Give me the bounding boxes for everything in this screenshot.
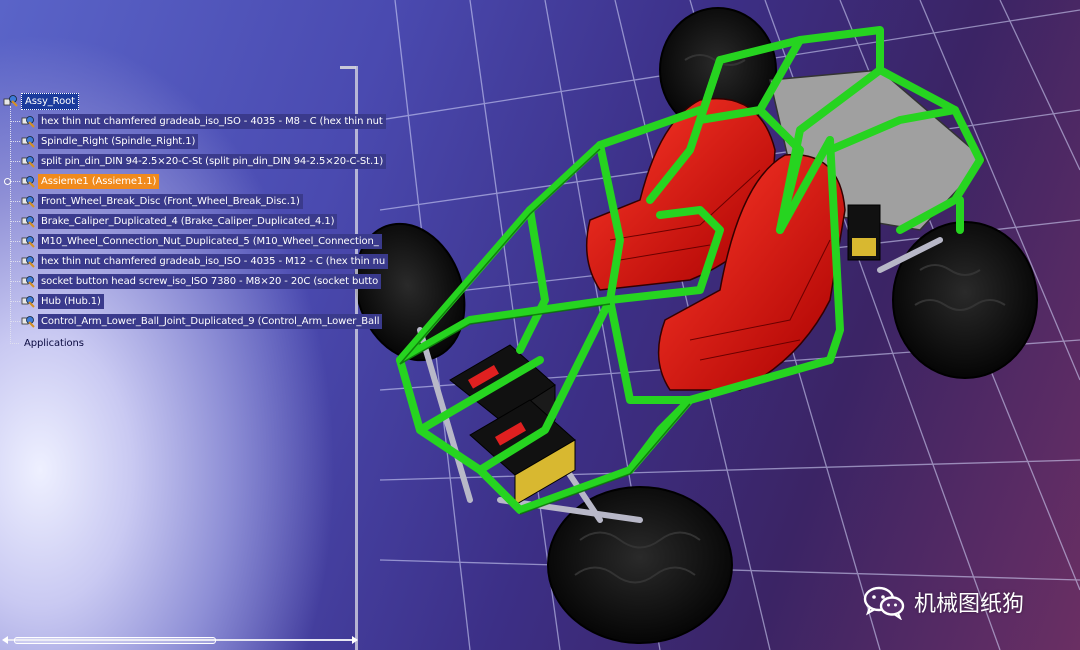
applications-label[interactable]: Applications xyxy=(21,336,87,351)
tree-branch xyxy=(10,140,20,142)
tree-node-2[interactable]: split pin_din_DIN 94-2.5×20-C-St (split … xyxy=(0,153,387,169)
tree-node-0[interactable]: hex thin nut chamfered gradeab_iso_ISO -… xyxy=(0,113,386,129)
part-instance-icon xyxy=(20,133,36,149)
tree-horizontal-scrollbar[interactable] xyxy=(2,636,358,644)
tree-node-label[interactable]: split pin_din_DIN 94-2.5×20-C-St (split … xyxy=(38,153,387,169)
tree-node-label[interactable]: M10_Wheel_Connection_Nut_Duplicated_5 (M… xyxy=(38,233,382,249)
tree-node-label[interactable]: Brake_Caliper_Duplicated_4 (Brake_Calipe… xyxy=(38,213,338,229)
tree-node-10[interactable]: Control_Arm_Lower_Ball_Joint_Duplicated_… xyxy=(0,313,383,329)
tree-node-label-selected[interactable]: Assieme1 (Assieme1.1) xyxy=(38,173,160,189)
specification-tree[interactable]: Assy_Root hex thin nut chamfered gradeab… xyxy=(0,66,389,650)
tree-node-label[interactable]: socket button head screw_iso_ISO 7380 - … xyxy=(38,273,382,289)
part-instance-icon xyxy=(20,213,36,229)
tree-node-applications[interactable]: Applications xyxy=(0,334,87,351)
watermark-text: 机械图纸狗 xyxy=(914,592,1025,617)
tree-node-label[interactable]: hex thin nut chamfered gradeab_iso_ISO -… xyxy=(38,253,389,269)
tree-branch xyxy=(10,200,20,202)
part-instance-icon xyxy=(20,193,36,209)
tree-branch xyxy=(10,260,20,262)
tree-node-1[interactable]: Spindle_Right (Spindle_Right.1) xyxy=(0,133,199,149)
part-instance-icon xyxy=(20,153,36,169)
tree-branch xyxy=(10,180,20,182)
viewport-3d[interactable]: Assy_Root hex thin nut chamfered gradeab… xyxy=(0,0,1080,650)
tree-node-9[interactable]: Hub (Hub.1) xyxy=(0,293,104,309)
scroll-left-arrow-icon[interactable] xyxy=(2,636,8,644)
tree-node-7[interactable]: hex thin nut chamfered gradeab_iso_ISO -… xyxy=(0,253,389,269)
tree-root-label[interactable]: Assy_Root xyxy=(21,92,79,110)
part-instance-icon xyxy=(20,273,36,289)
tree-node-label[interactable]: hex thin nut chamfered gradeab_iso_ISO -… xyxy=(38,113,386,129)
tree-branch xyxy=(10,240,20,242)
sub-assembly-icon xyxy=(20,173,36,189)
scroll-right-arrow-icon[interactable] xyxy=(352,636,358,644)
expand-toggle-icon[interactable] xyxy=(4,178,11,185)
tree-node-label[interactable]: Front_Wheel_Break_Disc (Front_Wheel_Brea… xyxy=(38,193,303,209)
part-instance-icon xyxy=(20,313,36,329)
tree-branch xyxy=(10,220,20,222)
product-assembly-icon xyxy=(3,93,19,109)
tree-branch xyxy=(10,320,20,322)
scrollbar-thumb[interactable] xyxy=(14,637,216,644)
tree-branch xyxy=(10,280,20,282)
tree-node-label[interactable]: Control_Arm_Lower_Ball_Joint_Duplicated_… xyxy=(38,313,383,329)
part-instance-icon xyxy=(20,113,36,129)
tree-node-label[interactable]: Spindle_Right (Spindle_Right.1) xyxy=(38,133,199,149)
part-instance-icon xyxy=(20,253,36,269)
part-instance-icon xyxy=(20,293,36,309)
wechat-icon xyxy=(863,586,905,620)
tree-node-6[interactable]: M10_Wheel_Connection_Nut_Duplicated_5 (M… xyxy=(0,233,382,249)
tree-branch xyxy=(10,334,19,344)
tree-frame-corner xyxy=(340,66,356,69)
tree-node-8[interactable]: socket button head screw_iso_ISO 7380 - … xyxy=(0,273,382,289)
tree-node-3[interactable]: Assieme1 (Assieme1.1) xyxy=(0,173,160,189)
tree-node-label[interactable]: Hub (Hub.1) xyxy=(38,293,104,309)
watermark: 机械图纸狗 xyxy=(862,584,1024,620)
tree-branch xyxy=(10,300,20,302)
tree-branch xyxy=(10,120,20,122)
part-instance-icon xyxy=(20,233,36,249)
tree-node-4[interactable]: Front_Wheel_Break_Disc (Front_Wheel_Brea… xyxy=(0,193,303,209)
tree-node-5[interactable]: Brake_Caliper_Duplicated_4 (Brake_Calipe… xyxy=(0,213,338,229)
tree-branch xyxy=(10,160,20,162)
tree-root-node[interactable]: Assy_Root xyxy=(0,92,79,110)
